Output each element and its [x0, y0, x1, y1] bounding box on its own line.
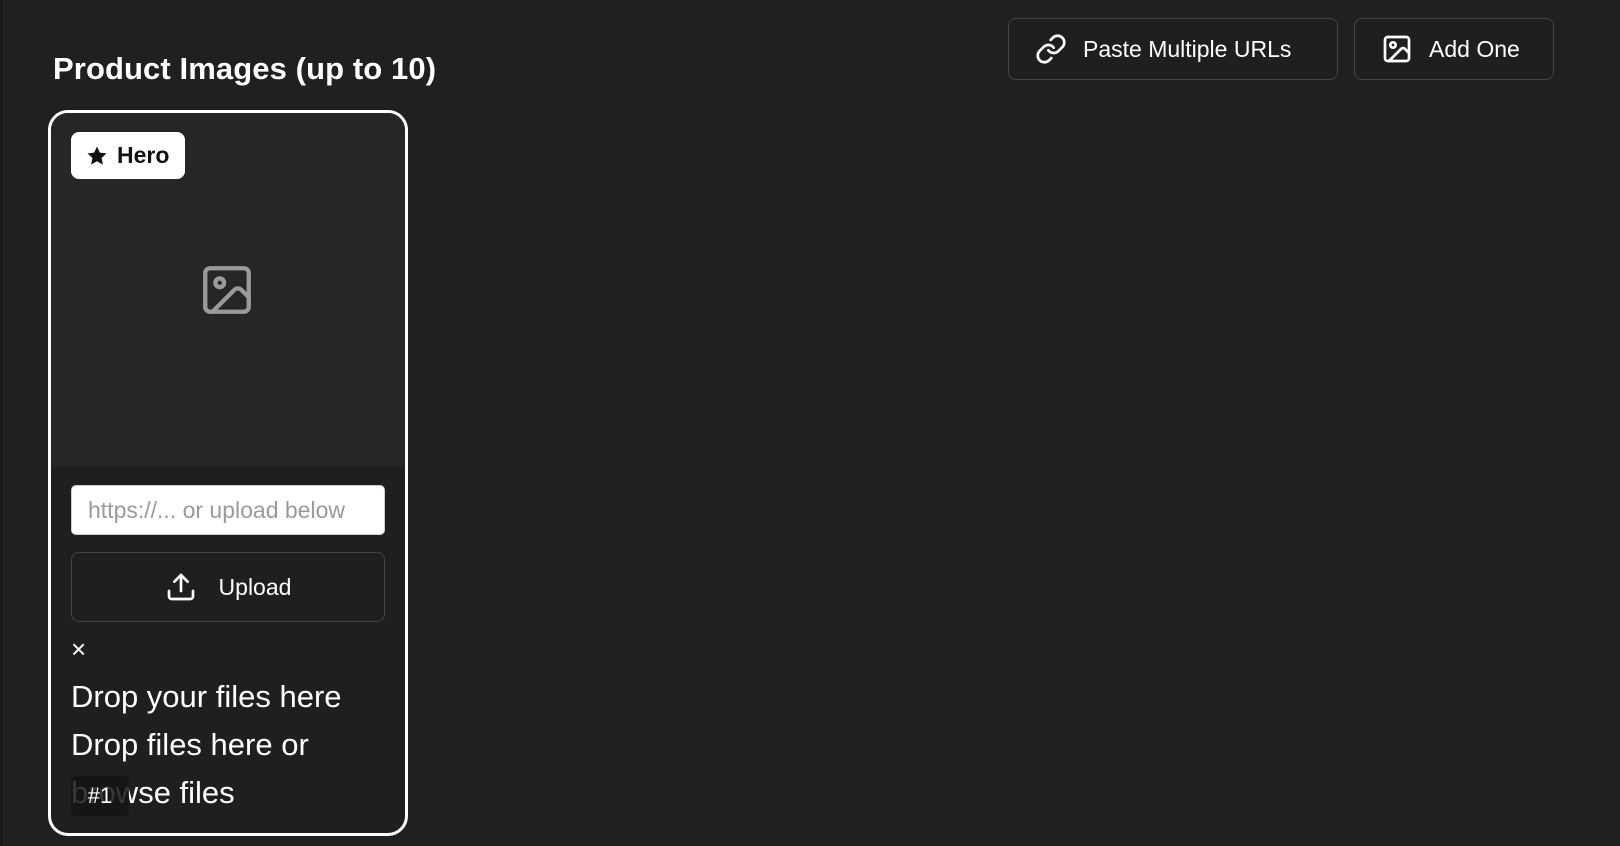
product-images-panel: Product Images (up to 10) Paste Multiple…	[0, 0, 1620, 846]
image-placeholder-icon	[203, 266, 251, 314]
dropzone-title: Drop your files here	[71, 679, 342, 714]
upload-button[interactable]: Upload	[71, 552, 385, 622]
image-icon	[1383, 35, 1411, 63]
upload-label: Upload	[218, 573, 292, 600]
add-one-label: Add One	[1429, 35, 1520, 62]
add-one-button[interactable]: Add One	[1354, 18, 1554, 80]
panel-divider	[0, 0, 3, 846]
page-title: Product Images (up to 10)	[53, 50, 437, 86]
dropzone-hint-line: Drop files here or	[71, 727, 309, 762]
hero-badge[interactable]: Hero	[71, 132, 186, 179]
image-index-badge: #1	[71, 776, 129, 816]
image-preview: Hero	[51, 113, 405, 466]
star-icon	[87, 146, 107, 165]
upload-icon	[167, 573, 194, 601]
paste-multiple-urls-label: Paste Multiple URLs	[1083, 35, 1292, 62]
paste-multiple-urls-button[interactable]: Paste Multiple URLs	[1008, 18, 1338, 80]
link-icon	[1036, 34, 1066, 64]
close-icon[interactable]: ×	[71, 634, 86, 664]
hero-label: Hero	[117, 142, 170, 168]
image-card[interactable]: Hero Upload × Drop your files here Drop …	[48, 110, 408, 836]
image-url-input[interactable]	[71, 485, 385, 535]
